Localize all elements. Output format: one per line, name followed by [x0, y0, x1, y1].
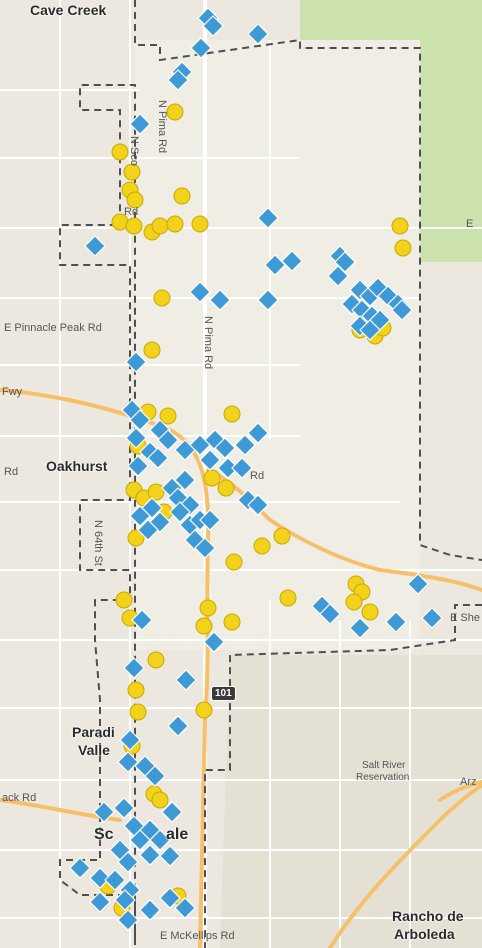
- circle-marker[interactable]: [223, 405, 241, 423]
- circle-marker[interactable]: [195, 617, 213, 635]
- circle-marker[interactable]: [147, 651, 165, 669]
- pima-road-label-north: N Pima Rd: [156, 100, 168, 154]
- circle-marker[interactable]: [123, 163, 141, 181]
- circle-marker[interactable]: [127, 681, 145, 699]
- east-road-label: E: [466, 218, 474, 230]
- circle-marker[interactable]: [217, 479, 235, 497]
- salt-river-label-line1: Salt River: [362, 760, 406, 771]
- circle-marker[interactable]: [199, 599, 217, 617]
- cave-creek-label: Cave Creek: [30, 2, 107, 18]
- scottsdale-road-label: N Sco: [128, 136, 140, 166]
- reservation-area: [220, 655, 482, 948]
- circle-marker[interactable]: [129, 703, 147, 721]
- circle-marker[interactable]: [166, 103, 184, 121]
- arizona-canal-label: Arz: [460, 776, 477, 788]
- rancho-label-line1: Rancho de: [392, 908, 464, 924]
- map-canvas[interactable]: [0, 0, 482, 948]
- circle-marker[interactable]: [273, 527, 291, 545]
- pima-road-label-mid: N Pima Rd: [202, 316, 214, 370]
- circle-marker[interactable]: [223, 613, 241, 631]
- circle-marker[interactable]: [125, 217, 143, 235]
- circle-marker[interactable]: [361, 603, 379, 621]
- circle-marker[interactable]: [195, 701, 213, 719]
- paradise-valley-label-line2: Valle: [78, 742, 110, 758]
- circle-marker[interactable]: [143, 341, 161, 359]
- circle-marker[interactable]: [173, 187, 191, 205]
- scottsdale-label: Sc: [94, 826, 114, 843]
- salt-river-label-line2: Reservation: [356, 772, 410, 783]
- freeway-label: Fwy: [2, 386, 23, 398]
- jack-road-label: ack Rd: [2, 792, 37, 804]
- circle-marker[interactable]: [394, 239, 412, 257]
- mckellips-road-label: E McKellips Rd: [160, 930, 235, 942]
- circle-marker[interactable]: [151, 791, 169, 809]
- road-fragment-label-3: Rd: [250, 470, 265, 482]
- hwy-101-shield: 101: [211, 686, 236, 701]
- 64th-street-label: N 64th St: [92, 520, 104, 566]
- circle-marker[interactable]: [345, 593, 363, 611]
- circle-marker[interactable]: [166, 215, 184, 233]
- circle-marker[interactable]: [191, 215, 209, 233]
- circle-marker[interactable]: [153, 289, 171, 307]
- circle-marker[interactable]: [253, 537, 271, 555]
- circle-marker[interactable]: [147, 483, 165, 501]
- circle-marker[interactable]: [279, 589, 297, 607]
- shea-road-label: E She: [450, 612, 480, 624]
- circle-marker[interactable]: [225, 553, 243, 571]
- paradise-valley-label-line1: Paradi: [72, 724, 115, 740]
- scottsdale-label-end: ale: [166, 826, 189, 843]
- road-fragment-label-2: Rd: [4, 466, 19, 478]
- city-limits-fill: [135, 40, 420, 650]
- circle-marker[interactable]: [151, 217, 169, 235]
- map-view[interactable]: Cave Creek Oakhurst Paradi Valle Sc ale …: [0, 0, 482, 948]
- oakhurst-label: Oakhurst: [46, 458, 108, 474]
- road-fragment-label-1: Rd: [124, 206, 139, 218]
- circle-marker[interactable]: [203, 469, 221, 487]
- circle-marker[interactable]: [391, 217, 409, 235]
- pinnacle-peak-label: E Pinnacle Peak Rd: [4, 322, 102, 334]
- circle-marker[interactable]: [115, 591, 133, 609]
- circle-marker[interactable]: [111, 143, 129, 161]
- rancho-label-line2: Arboleda: [394, 926, 455, 942]
